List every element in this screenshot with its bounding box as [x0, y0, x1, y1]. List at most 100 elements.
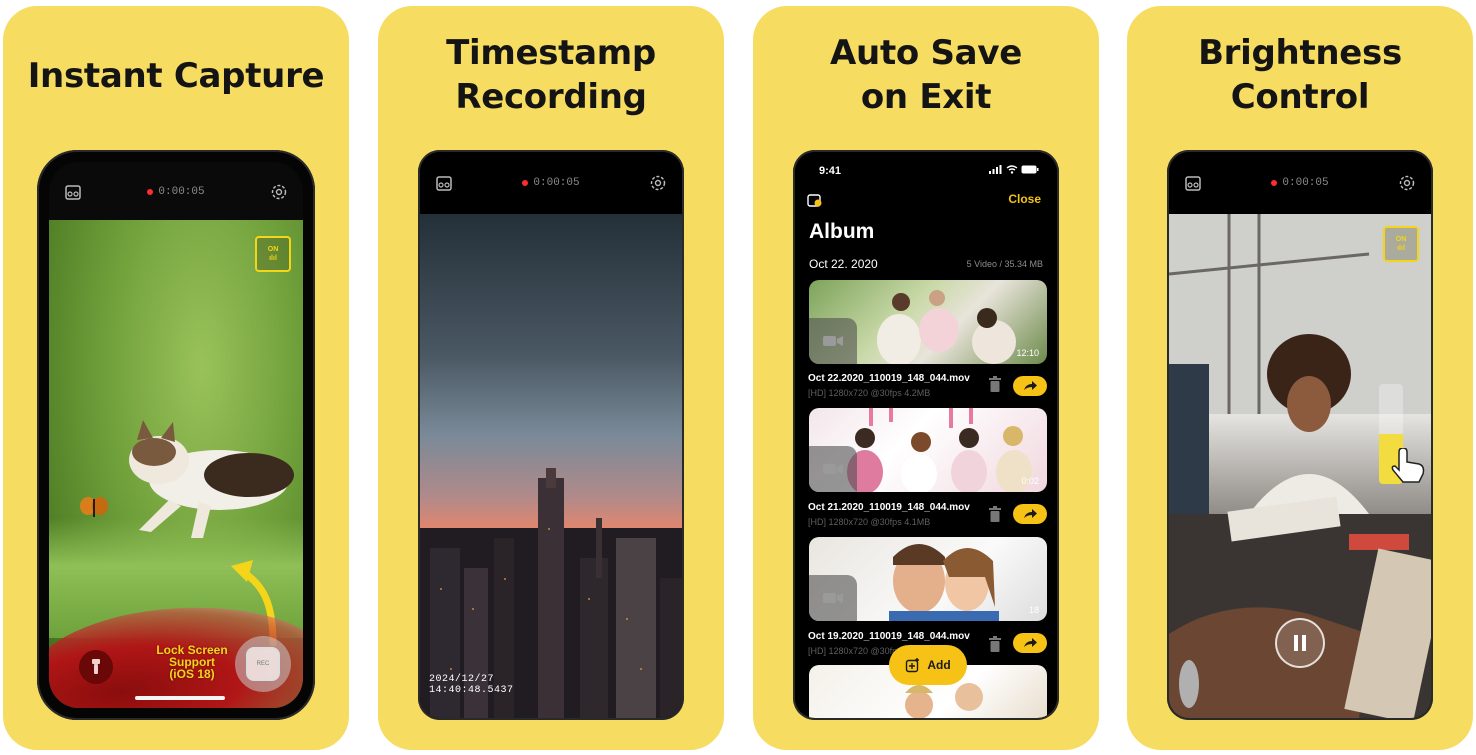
add-icon — [906, 658, 920, 673]
city-sunset-preview — [420, 214, 682, 718]
close-button[interactable]: Close — [1008, 192, 1041, 206]
lock-line-3: (iOS 18) — [169, 667, 215, 681]
sound-on-badge[interactable]: ON ılıl — [255, 236, 291, 272]
phone-frame: 0:00:05 ON ılıl Lock Screen Support (iOS… — [37, 150, 315, 720]
home-indicator — [135, 696, 225, 700]
wifi-icon — [1006, 165, 1018, 174]
panel-title-line-2: Recording — [455, 77, 647, 117]
video-camera-icon — [809, 575, 857, 621]
rec-dot-icon — [1271, 180, 1278, 186]
sound-on-badge[interactable]: ON ılıl — [1383, 226, 1419, 262]
album-date: Oct 22. 2020 — [809, 257, 878, 271]
kitten-image — [129, 420, 294, 538]
video-filename: Oct 21.2020_110019_148_044.mov — [808, 502, 970, 513]
shutter-inner: REC — [246, 647, 280, 681]
rec-dot-icon — [147, 189, 154, 195]
timestamp-time: 14:40:48.5437 — [429, 685, 514, 696]
recorder-topbar: 0:00:05 — [420, 152, 682, 214]
recorder-screen: 0:00:05 ON ılıl Lock Screen Support (iOS… — [49, 162, 303, 708]
panel-auto-save: Auto Save on Exit 9:41 Close Album Oct 2… — [753, 6, 1099, 750]
phone-frame: 0:00:05 ON ılıl — [1167, 150, 1433, 720]
timestamp-overlay: 2024/12/27 14:40:48.5437 — [429, 674, 514, 696]
rec-dot-icon — [522, 180, 529, 186]
rec-timer: 0:00:05 — [522, 177, 580, 189]
on-badge-label: ON — [267, 246, 279, 253]
gear-icon[interactable] — [648, 173, 668, 193]
album-icon[interactable] — [434, 173, 454, 193]
waveform-icon: ılıl — [1397, 245, 1405, 252]
status-time: 9:41 — [819, 165, 842, 177]
album-icon[interactable] — [1183, 173, 1203, 193]
panel-instant-capture: Instant Capture 0:00:05 ON ılıl Lock Scr… — [3, 6, 349, 750]
panel-title: Brightness Control — [1127, 31, 1473, 119]
panel-title-line-1: Auto Save — [830, 33, 1022, 73]
panel-title: Instant Capture — [27, 56, 325, 96]
add-video-button[interactable]: Add — [889, 645, 967, 685]
rec-timer: 0:00:05 — [1271, 177, 1329, 189]
trash-icon[interactable] — [988, 636, 1002, 652]
video-camera-icon — [809, 446, 857, 492]
album-title: Album — [809, 220, 875, 243]
add-label: Add — [927, 658, 951, 672]
rec-timer: 0:00:05 — [147, 186, 205, 198]
panel-title-line-1: Brightness — [1198, 33, 1402, 73]
flashlight-button[interactable] — [79, 650, 113, 684]
panel-title-line-2: Control — [1230, 77, 1370, 117]
album-screen: 9:41 Close Album Oct 22. 2020 5 Video / … — [795, 152, 1057, 718]
panel-title: Auto Save on Exit — [753, 31, 1099, 119]
panel-title-line-2: on Exit — [860, 77, 992, 117]
battery-icon — [1021, 165, 1039, 174]
video-thumbnail[interactable]: 0:02 — [809, 408, 1047, 492]
video-duration: 12:10 — [1016, 348, 1039, 358]
album-summary: 5 Video / 35.34 MB — [966, 259, 1043, 269]
panel-brightness-control: Brightness Control 0:00:05 ON ılıl — [1127, 6, 1473, 750]
phone-frame: 9:41 Close Album Oct 22. 2020 5 Video / … — [793, 150, 1059, 720]
video-filename: Oct 22.2020_110019_148_044.mov — [808, 373, 970, 384]
timestamp-screen: 0:00:05 2024/12/27 14:40:48.5437 — [420, 152, 682, 718]
video-duration: 18 — [1028, 605, 1039, 615]
album-icon[interactable] — [63, 182, 83, 202]
rec-timer-text: 0:00:05 — [1282, 177, 1329, 189]
trash-icon[interactable] — [988, 506, 1002, 522]
trash-icon[interactable] — [988, 376, 1002, 392]
panel-title: Timestamp Recording — [378, 31, 724, 119]
phone-frame: 0:00:05 2024/12/27 14:40:48.5437 — [418, 150, 684, 720]
status-icons — [989, 165, 1039, 174]
on-badge-label: ON — [1395, 236, 1407, 243]
recorder-topbar: 0:00:05 — [1169, 152, 1431, 214]
shutter-button[interactable]: REC — [235, 636, 291, 692]
album-folder-icon[interactable] — [807, 192, 823, 213]
rec-timer-text: 0:00:05 — [158, 186, 205, 198]
panel-title-line-1: Timestamp — [446, 33, 656, 73]
timestamp-date: 2024/12/27 — [429, 674, 495, 685]
waveform-icon: ılıl — [269, 255, 277, 262]
share-arrow-icon — [1024, 381, 1037, 390]
butterfly-image — [80, 497, 108, 517]
video-thumbnail[interactable]: 18 — [809, 537, 1047, 621]
flashlight-icon — [92, 659, 100, 674]
pause-icon — [1294, 635, 1306, 651]
video-filename: Oct 19.2020_110019_148_044.mov — [808, 631, 970, 642]
camera-preview — [49, 220, 303, 708]
rec-timer-text: 0:00:05 — [533, 177, 580, 189]
shutter-label: REC — [256, 661, 270, 667]
gear-icon[interactable] — [269, 182, 289, 202]
video-thumbnail[interactable]: 12:10 — [809, 280, 1047, 364]
lock-screen-caption: Lock Screen Support (iOS 18) — [149, 644, 235, 680]
video-meta: [HD] 1280x720 @30fps 4.2MB — [808, 388, 931, 398]
hand-pointer-icon — [1391, 448, 1425, 483]
shutter-button[interactable] — [1275, 618, 1325, 668]
signal-icon — [989, 165, 1002, 174]
share-button[interactable] — [1013, 376, 1047, 396]
video-duration: 0:02 — [1021, 476, 1039, 486]
share-button[interactable] — [1013, 504, 1047, 524]
share-button[interactable] — [1013, 633, 1047, 653]
share-arrow-icon — [1024, 509, 1037, 518]
share-arrow-icon — [1024, 638, 1037, 647]
recorder-topbar: 0:00:05 — [49, 162, 303, 222]
panel-timestamp-recording: Timestamp Recording 0:00:05 2024/12/27 1… — [378, 6, 724, 750]
video-meta: [HD] 1280x720 @30fps 4.1MB — [808, 517, 931, 527]
video-camera-icon — [809, 318, 857, 364]
gear-icon[interactable] — [1397, 173, 1417, 193]
brightness-screen: 0:00:05 ON ılıl — [1169, 152, 1431, 718]
